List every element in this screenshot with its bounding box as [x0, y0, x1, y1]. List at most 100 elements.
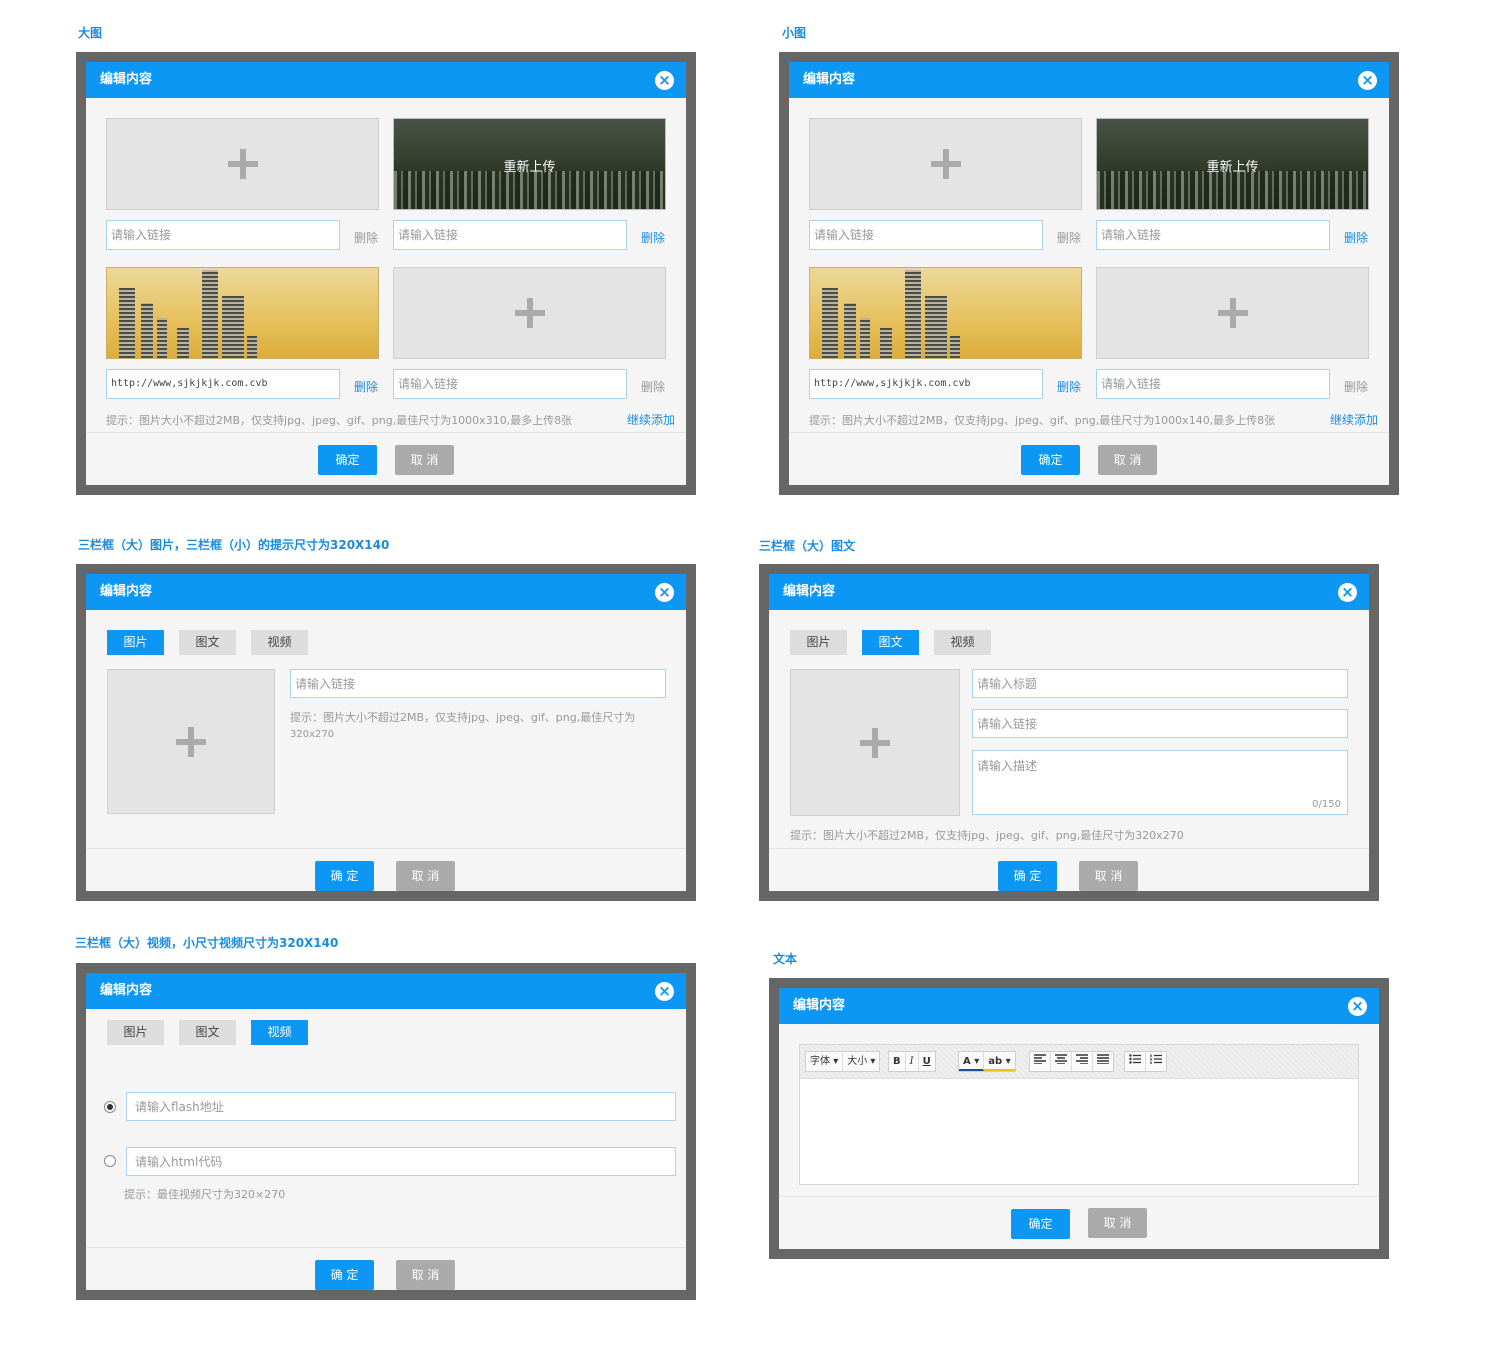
continue-add-link[interactable]: 继续添加	[627, 411, 675, 428]
tab-imgtext[interactable]: 图文	[179, 630, 236, 655]
link-input[interactable]: 请输入链接	[972, 709, 1348, 738]
section-label-big: 大图	[78, 26, 103, 40]
image-upload-slot[interactable]	[1096, 267, 1369, 359]
font-group: 字体 ▾ 大小 ▾	[805, 1051, 881, 1072]
delete-link[interactable]: 删除	[1344, 378, 1368, 395]
confirm-button[interactable]: 确 定	[315, 861, 374, 891]
bold-icon[interactable]: B	[889, 1052, 906, 1071]
highlight-color-icon[interactable]: ab ▾	[984, 1052, 1015, 1071]
link-input[interactable]: 请输入链接	[106, 220, 340, 250]
number-list-icon[interactable]	[1146, 1052, 1166, 1071]
underline-icon[interactable]: U	[919, 1052, 935, 1071]
cancel-button[interactable]: 取 消	[396, 861, 455, 891]
bullet-list-icon[interactable]	[1125, 1052, 1146, 1071]
tab-image[interactable]: 图片	[107, 630, 164, 655]
close-icon[interactable]: ×	[655, 583, 674, 602]
close-icon[interactable]: ×	[655, 982, 674, 1001]
font-color-icon[interactable]: A ▾	[959, 1052, 985, 1071]
radio-flash[interactable]	[104, 1101, 116, 1113]
font-family-dropdown[interactable]: 字体 ▾	[806, 1052, 844, 1071]
delete-link[interactable]: 删除	[1344, 229, 1368, 246]
cancel-button[interactable]: 取 消	[396, 1260, 455, 1290]
delete-link[interactable]: 删除	[1057, 378, 1081, 395]
align-right-icon[interactable]	[1072, 1052, 1093, 1071]
reupload-label[interactable]: 重新上传	[394, 119, 665, 209]
description-textarea[interactable]: 请输入描述 0/150	[972, 750, 1348, 815]
dialog-three-image: 编辑内容 × 图片 图文 视频 请输入链接 提示：图片大小不超过2MB，仅支持jp…	[86, 574, 686, 891]
dialog-header: 编辑内容 ×	[789, 62, 1389, 98]
close-icon[interactable]: ×	[1338, 583, 1357, 602]
section-label-three-imgtext: 三栏框（大）图文	[759, 539, 856, 553]
link-input-filled[interactable]: http://www,sjkjkjk.com.cvb	[809, 369, 1043, 399]
delete-link[interactable]: 删除	[354, 229, 378, 246]
delete-link[interactable]: 删除	[1057, 229, 1081, 246]
uploaded-image-dark-city[interactable]: 重新上传	[393, 118, 666, 210]
plus-icon	[514, 298, 545, 328]
tab-video[interactable]: 视频	[934, 630, 991, 655]
html-code-input[interactable]: 请输入html代码	[126, 1147, 676, 1176]
image-upload-slot[interactable]	[809, 118, 1082, 210]
footer-divider	[86, 432, 686, 433]
align-left-icon[interactable]	[1030, 1052, 1051, 1071]
confirm-button[interactable]: 确定	[1011, 1209, 1070, 1239]
continue-add-link[interactable]: 继续添加	[1330, 411, 1378, 428]
title-input[interactable]: 请输入标题	[972, 669, 1348, 698]
image-upload-slot[interactable]	[790, 669, 960, 816]
close-icon[interactable]: ×	[1348, 997, 1367, 1016]
rich-text-editor[interactable]: 字体 ▾ 大小 ▾ B I U A ▾ ab ▾	[799, 1044, 1359, 1185]
cancel-button[interactable]: 取 消	[395, 445, 454, 475]
cancel-button[interactable]: 取 消	[1088, 1208, 1147, 1238]
italic-icon[interactable]: I	[906, 1052, 919, 1071]
image-upload-slot[interactable]	[106, 118, 379, 210]
link-input[interactable]: 请输入链接	[1096, 220, 1330, 250]
confirm-button[interactable]: 确定	[318, 445, 377, 475]
link-input[interactable]: 请输入链接	[290, 669, 666, 698]
image-upload-slot[interactable]	[393, 267, 666, 359]
section-label-three-image: 三栏框（大）图片，三栏框（小）的提示尺寸为320X140	[78, 538, 390, 552]
align-group	[1029, 1051, 1114, 1072]
close-icon[interactable]: ×	[1358, 71, 1377, 90]
justify-icon[interactable]	[1093, 1052, 1113, 1071]
tab-video[interactable]: 视频	[251, 1020, 308, 1045]
tab-imgtext[interactable]: 图文	[862, 630, 919, 655]
confirm-button[interactable]: 确定	[1021, 445, 1080, 475]
delete-link[interactable]: 删除	[354, 378, 378, 395]
footer-divider	[779, 1196, 1379, 1197]
flash-url-input[interactable]: 请输入flash地址	[126, 1092, 676, 1121]
reupload-label[interactable]: 重新上传	[1097, 119, 1368, 209]
dialog-frame-big: 编辑内容 × 重新上传 请输入链接 删除 请输入链接 删除 http://www,…	[76, 52, 696, 495]
tab-imgtext[interactable]: 图文	[179, 1020, 236, 1045]
tab-image[interactable]: 图片	[107, 1020, 164, 1045]
confirm-button[interactable]: 确 定	[998, 861, 1057, 891]
cancel-button[interactable]: 取 消	[1098, 445, 1157, 475]
delete-link[interactable]: 删除	[641, 378, 665, 395]
uploaded-image-gold-city[interactable]	[106, 267, 379, 359]
close-icon[interactable]: ×	[655, 71, 674, 90]
uploaded-image-dark-city[interactable]: 重新上传	[1096, 118, 1369, 210]
dialog-title: 编辑内容	[793, 998, 846, 1013]
align-center-icon[interactable]	[1051, 1052, 1072, 1071]
dialog-small: 编辑内容 × 重新上传 请输入链接 删除 请输入链接 删除 http://www,…	[789, 62, 1389, 485]
tab-video[interactable]: 视频	[251, 630, 308, 655]
link-input[interactable]: 请输入链接	[393, 220, 627, 250]
char-counter: 0/150	[1312, 799, 1341, 810]
link-input-filled[interactable]: http://www,sjkjkjk.com.cvb	[106, 369, 340, 399]
delete-link[interactable]: 删除	[641, 229, 665, 246]
footer-divider	[86, 1247, 686, 1248]
list-group	[1124, 1051, 1167, 1072]
image-upload-slot[interactable]	[107, 669, 275, 814]
video-hint: 提示：最佳视频尺寸为320×270	[124, 1188, 286, 1201]
link-input[interactable]: 请输入链接	[1096, 369, 1330, 399]
link-input[interactable]: 请输入链接	[809, 220, 1043, 250]
dialog-header: 编辑内容 ×	[86, 62, 686, 98]
uploaded-image-gold-city[interactable]	[809, 267, 1082, 359]
plus-icon	[176, 726, 206, 757]
link-input[interactable]: 请输入链接	[393, 369, 627, 399]
tab-image[interactable]: 图片	[790, 630, 847, 655]
dialog-title: 编辑内容	[100, 983, 153, 998]
font-size-dropdown[interactable]: 大小 ▾	[843, 1052, 879, 1071]
radio-html[interactable]	[104, 1155, 116, 1167]
format-group: B I U	[888, 1051, 936, 1072]
confirm-button[interactable]: 确 定	[315, 1260, 374, 1290]
cancel-button[interactable]: 取 消	[1079, 861, 1138, 891]
